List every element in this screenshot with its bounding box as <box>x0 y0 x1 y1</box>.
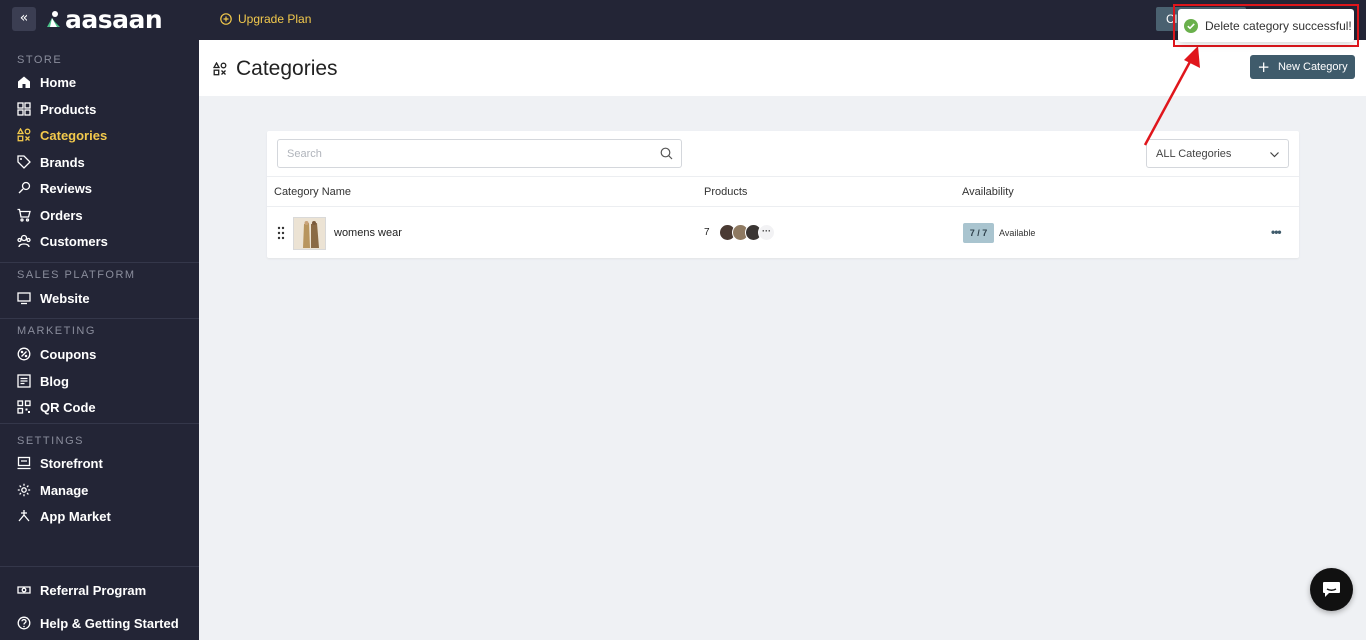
table-header: Category Name Products Availability <box>267 176 1299 207</box>
success-toast[interactable]: Delete category successful! <box>1178 9 1354 42</box>
sidebar-item-label: Blog <box>40 373 69 389</box>
section-sales-platform: SALES PLATFORM <box>17 269 136 281</box>
new-category-button[interactable]: + New Category <box>1250 55 1355 79</box>
chevron-down-icon <box>1270 152 1279 158</box>
sidebar-item-label: Help & Getting Started <box>40 615 179 631</box>
sidebar-item-home[interactable]: Home <box>17 73 76 91</box>
sidebar-divider <box>0 318 199 319</box>
sidebar-item-website[interactable]: Website <box>17 289 90 307</box>
blog-icon <box>17 374 31 388</box>
sidebar-item-brands[interactable]: Brands <box>17 153 85 171</box>
section-marketing: MARKETING <box>17 325 96 337</box>
sidebar-item-orders[interactable]: Orders <box>17 206 83 224</box>
logo[interactable]: aasaan <box>46 4 163 34</box>
search-input[interactable]: Search <box>277 139 682 168</box>
column-header-category-name[interactable]: Category Name <box>274 186 351 198</box>
products-icon <box>17 102 31 116</box>
logo-text: aasaan <box>65 4 163 34</box>
column-header-products[interactable]: Products <box>704 186 747 198</box>
cart-icon <box>17 208 31 222</box>
referral-icon <box>17 586 31 594</box>
search-icon[interactable] <box>660 147 673 160</box>
monitor-icon <box>17 292 31 305</box>
chat-launcher-button[interactable] <box>1310 568 1353 611</box>
sidebar-item-label: Website <box>40 290 90 306</box>
sidebar-item-label: Reviews <box>40 180 93 196</box>
column-header-availability[interactable]: Availability <box>962 186 1014 198</box>
categories-icon <box>213 62 227 76</box>
drag-handle-icon[interactable] <box>277 226 285 240</box>
sidebar-item-label: Referral Program <box>40 582 147 598</box>
storefront-icon <box>17 456 31 470</box>
tag-icon <box>17 155 31 169</box>
categories-table-card: Search ALL Categories Category Name Prod… <box>267 131 1299 258</box>
sidebar-item-reviews[interactable]: Reviews <box>17 179 92 197</box>
sidebar-item-customers[interactable]: Customers <box>17 232 108 250</box>
sidebar-item-blog[interactable]: Blog <box>17 372 69 390</box>
sidebar-item-categories[interactable]: Categories <box>17 126 107 144</box>
sidebar-item-qr-code[interactable]: QR Code <box>17 398 96 416</box>
sidebar-divider <box>0 423 199 424</box>
sidebar-item-manage[interactable]: Manage <box>17 481 88 499</box>
sidebar-item-help[interactable]: Help & Getting Started <box>17 614 179 632</box>
sidebar-item-label: Products <box>40 101 97 117</box>
upgrade-plan-link[interactable]: Upgrade Plan <box>220 12 311 26</box>
sidebar-item-label: App Market <box>40 508 111 524</box>
table-row[interactable]: womens wear 7 ··· 7 / 7 Available ••• <box>267 208 1299 258</box>
sidebar-item-label: Customers <box>40 233 108 249</box>
page-title: Categories <box>236 57 338 80</box>
annotation-arrow <box>1143 46 1200 146</box>
upgrade-icon <box>220 13 232 25</box>
row-actions-icon[interactable]: ••• <box>1271 225 1285 239</box>
sidebar-item-label: Manage <box>40 482 89 498</box>
categories-icon <box>17 128 31 142</box>
sidebar-item-app-market[interactable]: App Market <box>17 507 111 525</box>
product-avatars[interactable]: ··· <box>719 224 779 242</box>
availability-label: Available <box>999 228 1036 238</box>
sidebar-item-label: Storefront <box>40 455 103 471</box>
sidebar-divider <box>0 566 199 567</box>
sidebar-item-label: Brands <box>40 154 85 170</box>
category-thumbnail <box>293 217 326 250</box>
logo-mark-icon <box>47 11 60 27</box>
more-avatars-icon[interactable]: ··· <box>758 224 775 241</box>
top-bar: « aasaan Upgrade Plan Cl <box>0 0 1366 40</box>
sidebar-item-label: Coupons <box>40 346 97 362</box>
category-name[interactable]: womens wear <box>334 227 402 239</box>
plus-icon: + <box>1257 57 1270 76</box>
sidebar-item-label: Orders <box>40 207 83 223</box>
section-store: STORE <box>17 54 63 66</box>
new-category-label: New Category <box>1277 61 1348 73</box>
sidebar-item-label: Categories <box>40 127 108 143</box>
chat-bubble-icon <box>1323 582 1340 597</box>
products-count: 7 <box>704 227 710 238</box>
toast-message: Delete category successful! <box>1205 18 1352 33</box>
sidebar-item-coupons[interactable]: Coupons <box>17 345 96 363</box>
sidebar-divider <box>0 262 199 263</box>
check-circle-icon <box>1184 18 1198 33</box>
sidebar-item-label: QR Code <box>40 399 96 415</box>
help-icon <box>17 616 31 630</box>
coupon-icon <box>17 347 31 361</box>
customers-icon <box>17 234 31 248</box>
upgrade-plan-label: Upgrade Plan <box>238 12 312 26</box>
reviews-icon <box>18 181 31 194</box>
sidebar-item-label: Home <box>40 74 77 90</box>
category-thumbnail-image <box>294 218 325 249</box>
search-placeholder: Search <box>287 148 322 160</box>
gear-icon <box>17 483 31 497</box>
availability-badge: 7 / 7 <box>963 223 994 243</box>
page-title-group: Categories <box>213 57 338 81</box>
section-settings: SETTINGS <box>17 435 85 447</box>
home-icon <box>18 76 30 88</box>
qr-code-icon <box>17 400 31 414</box>
sidebar: STORE Home Products Categories Brands Re… <box>0 40 199 640</box>
sidebar-item-products[interactable]: Products <box>17 100 96 118</box>
sidebar-item-storefront[interactable]: Storefront <box>17 454 103 472</box>
collapse-sidebar-button[interactable]: « <box>12 7 36 31</box>
sidebar-item-referral[interactable]: Referral Program <box>17 581 146 599</box>
app-market-icon <box>18 510 30 522</box>
